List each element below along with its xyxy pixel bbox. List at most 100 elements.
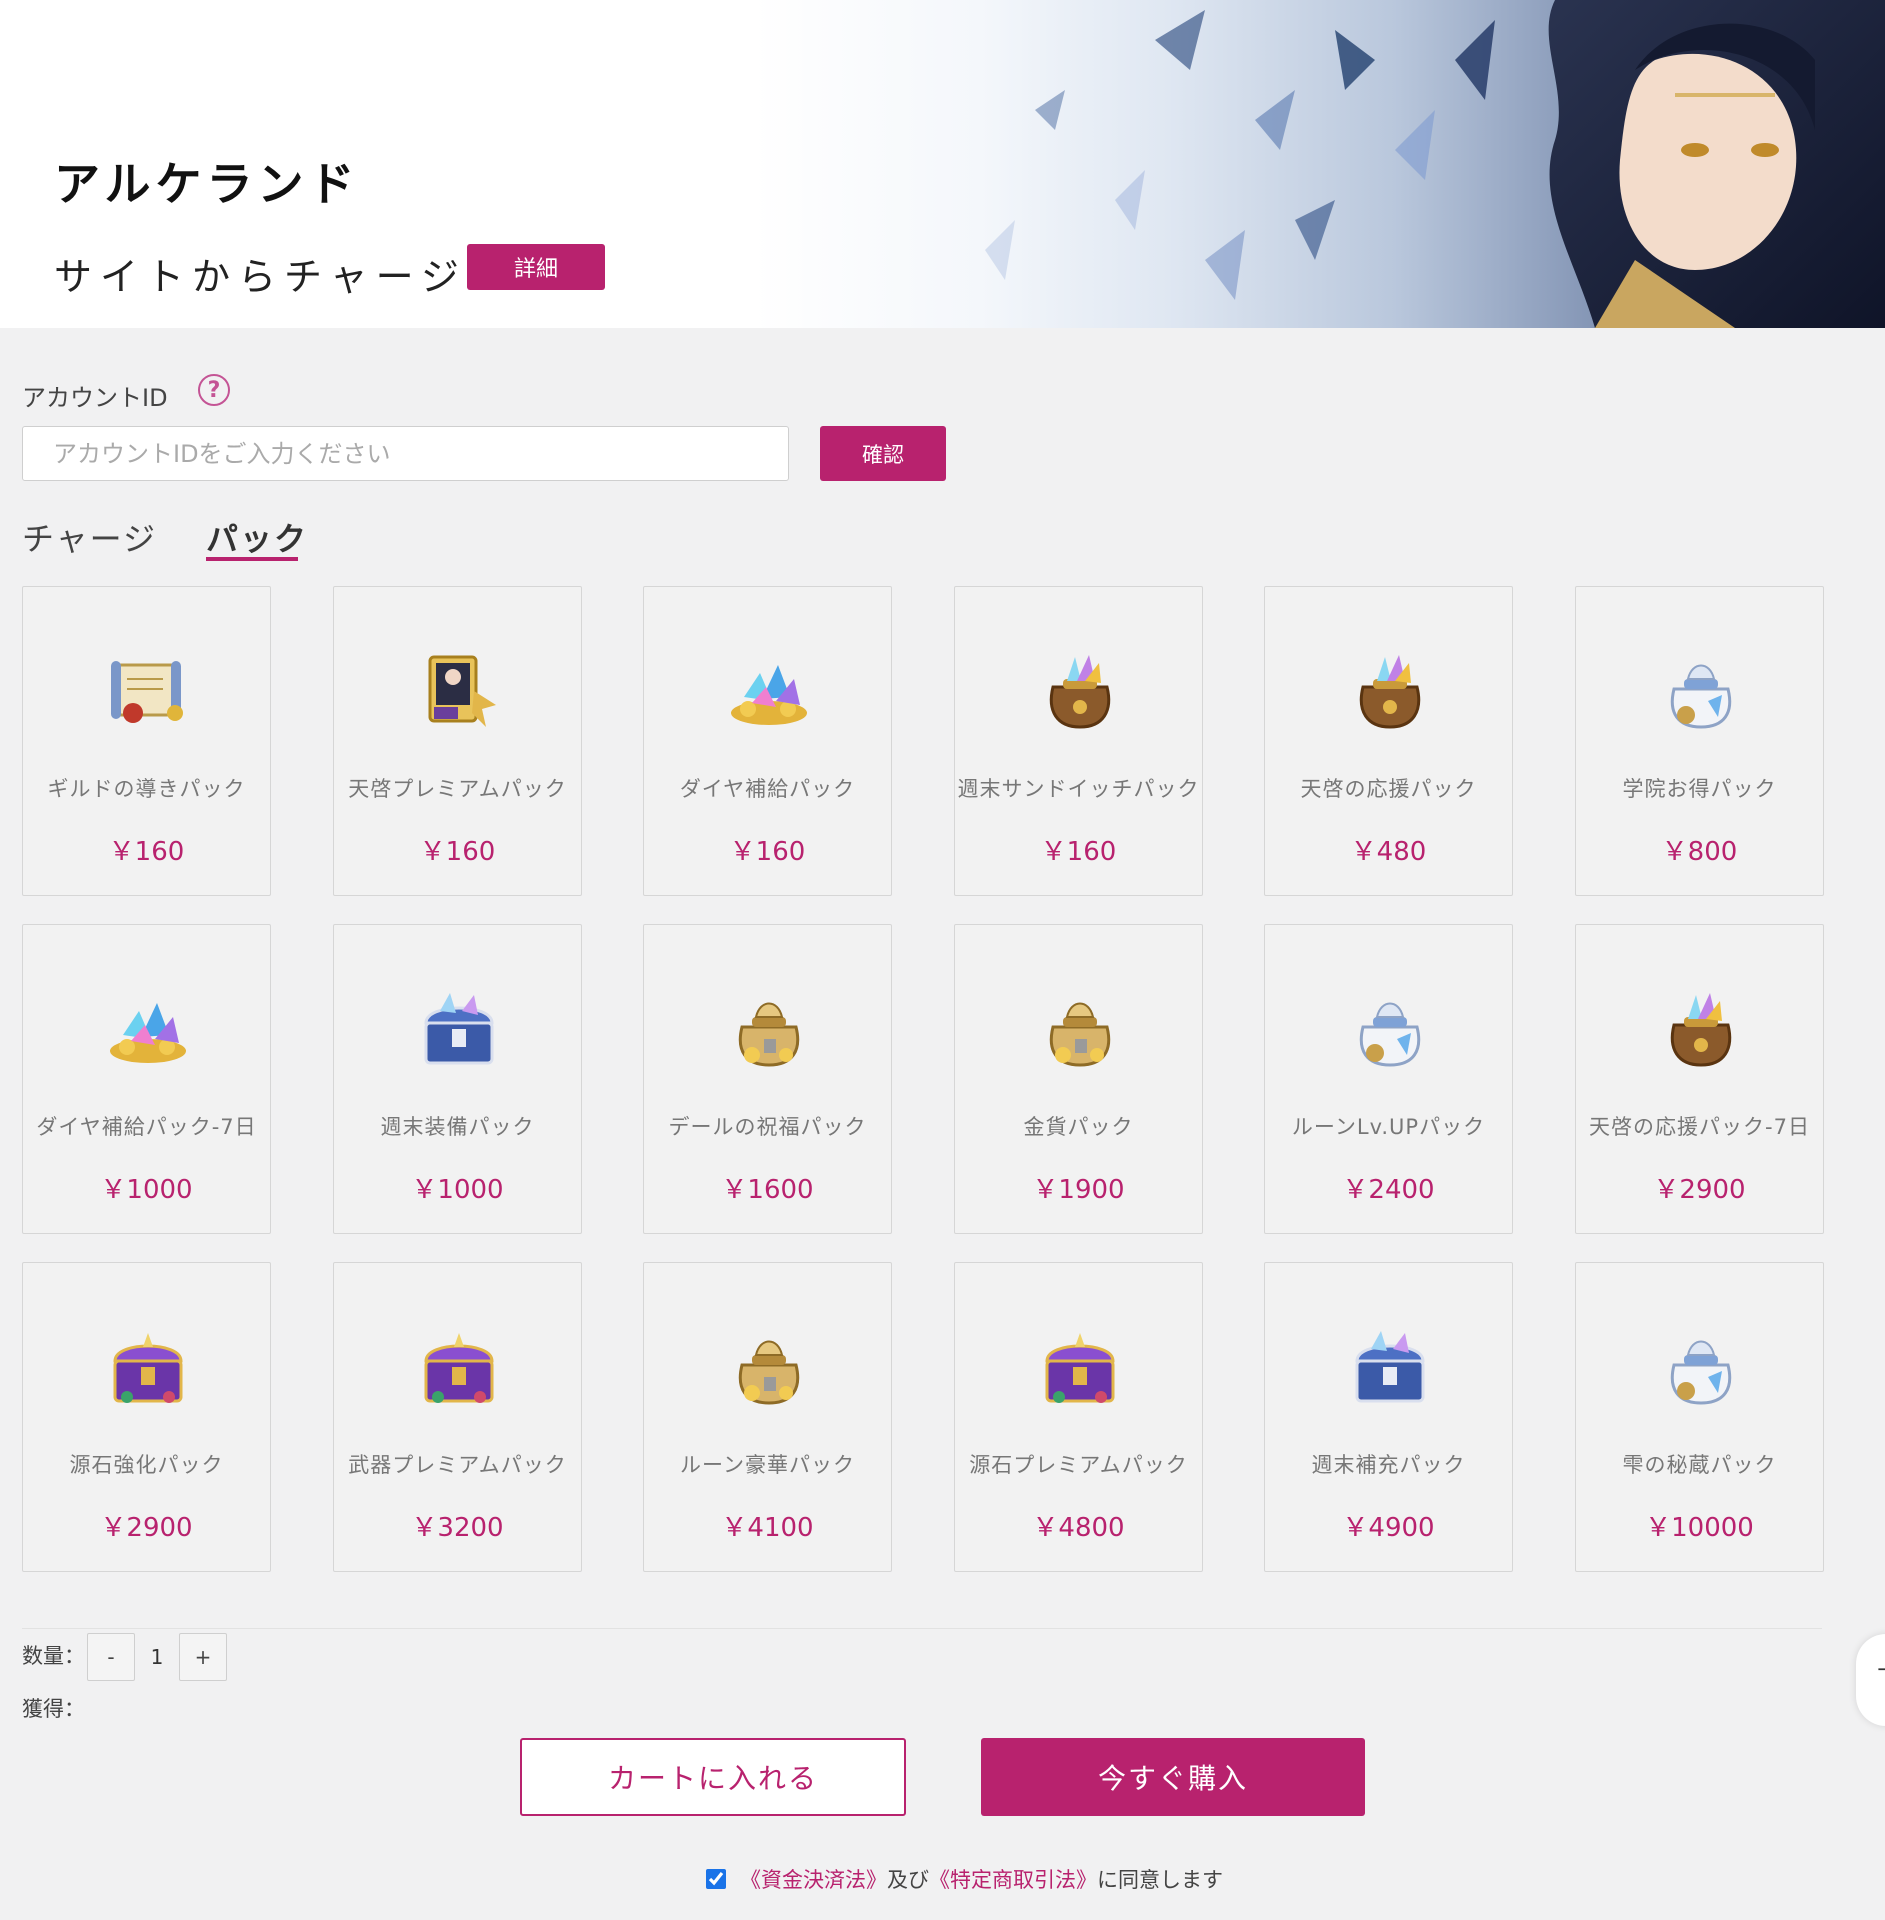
tab-pack[interactable]: パック — [206, 514, 308, 560]
pack-price: ￥2400 — [1342, 1175, 1435, 1205]
gold-bag-icon — [1037, 989, 1123, 1069]
pack-price: ￥4100 — [721, 1513, 814, 1543]
pack-name: 週末サンドイッチパック — [957, 777, 1200, 801]
pack-price: ￥3200 — [411, 1513, 504, 1543]
pack-name: ギルドの導きパック — [47, 777, 246, 801]
pack-name: 天啓の応援パック — [1300, 777, 1477, 801]
add-to-cart-button[interactable]: カートに入れる — [520, 1738, 906, 1816]
pack-name: 学院お得パック — [1622, 777, 1777, 801]
pack-card[interactable]: 天啓プレミアムパック ￥160 — [333, 586, 582, 896]
pack-price: ￥1600 — [721, 1175, 814, 1205]
scroll-top-icon: ⊤ — [1876, 1662, 1885, 1695]
pack-name: 金貨パック — [1023, 1115, 1134, 1139]
pack-card[interactable]: 週末補充パック ￥4900 — [1264, 1262, 1513, 1572]
confirm-button[interactable]: 確認 — [820, 426, 946, 481]
pack-price: ￥800 — [1661, 837, 1738, 867]
pack-price: ￥160 — [108, 837, 185, 867]
header-banner: アルケランド サイトからチャージ 詳細 — [0, 0, 1885, 328]
pack-price: ￥160 — [419, 837, 496, 867]
pack-name: 天啓プレミアムパック — [348, 777, 567, 801]
purple-chest-icon — [1037, 1327, 1123, 1407]
help-icon[interactable]: ? — [198, 374, 230, 406]
sr-card-icon — [416, 651, 502, 731]
tab-charge[interactable]: チャージ — [22, 514, 157, 560]
pack-card[interactable]: ダイヤ補給パック ￥160 — [643, 586, 892, 896]
pack-price: ￥1900 — [1032, 1175, 1125, 1205]
pack-card[interactable]: 雫の秘蔵パック ￥10000 — [1575, 1262, 1824, 1572]
account-id-label: アカウントID — [22, 384, 168, 412]
quantity-label: 数量： — [22, 1644, 85, 1668]
pack-price: ￥160 — [729, 837, 806, 867]
pack-name: ダイヤ補給パック — [679, 777, 856, 801]
pack-name: 武器プレミアムパック — [348, 1453, 567, 1477]
purple-chest-icon — [105, 1327, 191, 1407]
brown-bag-icon — [1347, 651, 1433, 731]
blue-chest-icon — [416, 989, 502, 1069]
pack-price: ￥1000 — [100, 1175, 193, 1205]
pack-price: ￥2900 — [100, 1513, 193, 1543]
brown-bag-icon — [1658, 989, 1744, 1069]
pack-name: 週末装備パック — [380, 1115, 535, 1139]
agreement-checkbox[interactable] — [706, 1869, 726, 1889]
pack-name: デールの祝福パック — [668, 1115, 867, 1139]
white-bag-icon — [1658, 651, 1744, 731]
agreement-row[interactable]: 《資金決済法》 及び 《特定商取引法》 に同意します — [706, 1864, 1223, 1894]
pack-card[interactable]: 週末装備パック ￥1000 — [333, 924, 582, 1234]
pack-card[interactable]: 天啓の応援パック-7日 ￥2900 — [1575, 924, 1824, 1234]
diamond-pile-icon — [105, 989, 191, 1069]
quantity-value[interactable]: 1 — [135, 1633, 179, 1681]
diamond-pile-icon — [726, 651, 812, 731]
pack-name: 源石プレミアムパック — [969, 1453, 1188, 1477]
pack-name: 週末補充パック — [1311, 1453, 1466, 1477]
page-subtitle: サイトからチャージ — [54, 255, 467, 299]
white-bag-icon — [1347, 989, 1433, 1069]
pack-price: ￥480 — [1350, 837, 1427, 867]
pack-card[interactable]: 金貨パック ￥1900 — [954, 924, 1203, 1234]
pack-card[interactable]: 源石プレミアムパック ￥4800 — [954, 1262, 1203, 1572]
pack-card[interactable]: 天啓の応援パック ￥480 — [1264, 586, 1513, 896]
buy-now-button[interactable]: 今すぐ購入 — [981, 1738, 1365, 1816]
pack-card[interactable]: ルーンLv.UPパック ￥2400 — [1264, 924, 1513, 1234]
pack-price: ￥10000 — [1645, 1513, 1754, 1543]
pack-price: ￥2900 — [1653, 1175, 1746, 1205]
pack-price: ￥4900 — [1342, 1513, 1435, 1543]
brown-bag-icon — [1037, 651, 1123, 731]
pack-price: ￥1000 — [411, 1175, 504, 1205]
pack-name: 源石強化パック — [69, 1453, 224, 1477]
pack-card[interactable]: 源石強化パック ￥2900 — [22, 1262, 271, 1572]
pack-card[interactable]: ダイヤ補給パック-7日 ￥1000 — [22, 924, 271, 1234]
pack-name: ルーンLv.UPパック — [1291, 1115, 1486, 1139]
pack-card[interactable]: 週末サンドイッチパック ￥160 — [954, 586, 1203, 896]
pack-price: ￥160 — [1040, 837, 1117, 867]
account-id-input[interactable] — [22, 426, 789, 481]
pack-card[interactable]: 武器プレミアムパック ￥3200 — [333, 1262, 582, 1572]
pack-name: ダイヤ補給パック-7日 — [36, 1115, 257, 1139]
floating-side-tab[interactable]: ⊤ — [1856, 1634, 1885, 1726]
scroll-icon — [105, 651, 191, 731]
active-tab-indicator — [206, 557, 298, 561]
section-divider — [22, 1628, 1822, 1629]
pack-name: ルーン豪華パック — [680, 1453, 855, 1477]
agreement-suffix: に同意します — [1097, 1868, 1223, 1892]
blue-chest-icon — [1347, 1327, 1433, 1407]
hero-artwork — [985, 0, 1885, 328]
detail-button[interactable]: 詳細 — [467, 244, 605, 290]
pack-price: ￥4800 — [1032, 1513, 1125, 1543]
quantity-decrement-button[interactable]: - — [87, 1633, 135, 1681]
obtain-label: 獲得： — [22, 1697, 85, 1721]
commercial-transactions-act-link[interactable]: 《特定商取引法》 — [929, 1864, 1097, 1894]
pack-card[interactable]: ギルドの導きパック ￥160 — [22, 586, 271, 896]
purple-chest-icon — [416, 1327, 502, 1407]
pack-grid: ギルドの導きパック ￥160 天啓プレミアムパック ￥160 ダイヤ補給パック ￥160 週… — [22, 586, 1824, 1572]
gold-bag-icon — [726, 1327, 812, 1407]
game-title: アルケランド — [54, 157, 360, 211]
payment-services-act-link[interactable]: 《資金決済法》 — [740, 1864, 887, 1894]
white-bag-icon — [1658, 1327, 1744, 1407]
pack-name: 天啓の応援パック-7日 — [1589, 1115, 1810, 1139]
pack-name: 雫の秘蔵パック — [1622, 1453, 1777, 1477]
agreement-and-text: 及び — [887, 1868, 929, 1892]
pack-card[interactable]: ルーン豪華パック ￥4100 — [643, 1262, 892, 1572]
quantity-increment-button[interactable]: + — [179, 1633, 227, 1681]
pack-card[interactable]: デールの祝福パック ￥1600 — [643, 924, 892, 1234]
pack-card[interactable]: 学院お得パック ￥800 — [1575, 586, 1824, 896]
